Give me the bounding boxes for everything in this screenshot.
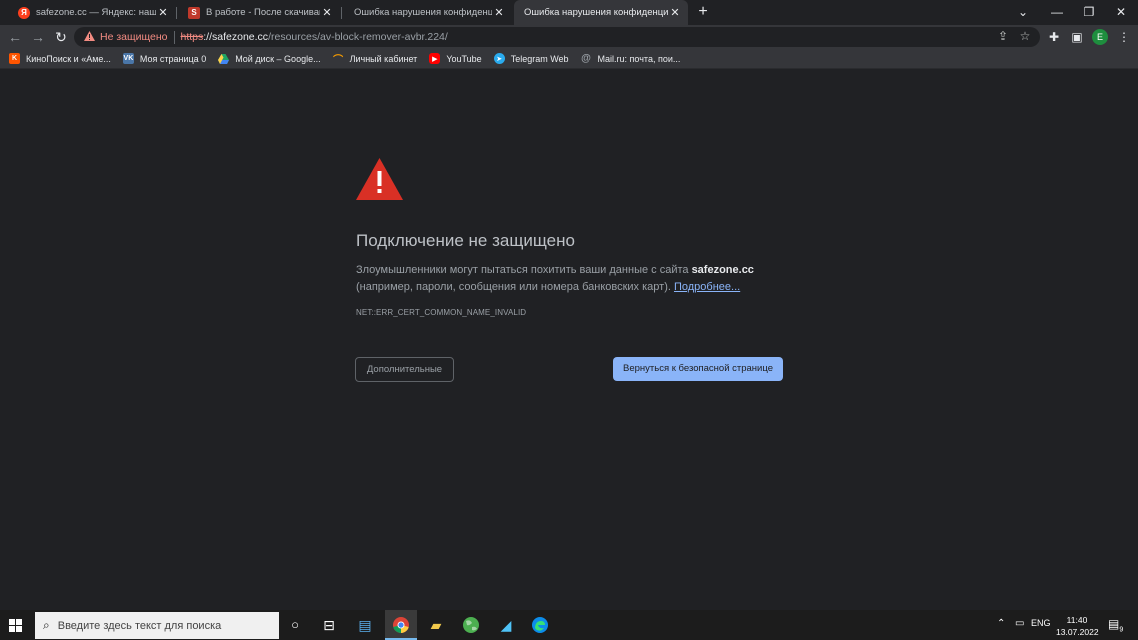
globe-app-icon[interactable] bbox=[461, 615, 481, 635]
notifications-icon[interactable]: ▤9 bbox=[1108, 617, 1123, 633]
warning-icon bbox=[84, 30, 95, 44]
close-icon[interactable]: ✕ bbox=[668, 6, 682, 19]
language-indicator[interactable]: ENG bbox=[1031, 618, 1051, 628]
chrome-taskbar-icon[interactable] bbox=[385, 615, 417, 640]
notification-count: 9 bbox=[1119, 626, 1124, 634]
close-window-button[interactable]: ✕ bbox=[1104, 0, 1138, 25]
bookmark-cabinet[interactable]: ⌒ Личный кабинет bbox=[333, 53, 418, 67]
taskbar-search[interactable]: ⌕ bbox=[35, 612, 279, 639]
privacy-error-page: Подключение не защищено Злоумышленники м… bbox=[0, 70, 1138, 610]
tab-search-button[interactable]: ⌄ bbox=[1006, 0, 1040, 25]
store-app-icon[interactable]: ◢ bbox=[496, 615, 516, 635]
bookmark-label: Личный кабинет bbox=[349, 53, 418, 64]
tab-title: safezone.cc — Яндекс: нашёлся bbox=[36, 7, 156, 18]
minimize-button[interactable]: — bbox=[1040, 0, 1074, 25]
file-explorer-icon[interactable]: ▰ bbox=[426, 615, 446, 635]
yandex-icon: Я bbox=[18, 6, 30, 19]
url-scheme: https bbox=[180, 31, 204, 43]
menu-kebab-icon[interactable]: ⋮ bbox=[1116, 29, 1132, 45]
advanced-button[interactable]: Дополнительные bbox=[355, 357, 454, 382]
edge-taskbar-icon[interactable] bbox=[530, 615, 550, 635]
tab-title: Ошибка нарушения конфиденциал bbox=[524, 7, 668, 18]
warning-triangle-icon bbox=[356, 158, 403, 205]
security-chip[interactable]: Не защищено bbox=[84, 30, 175, 44]
cabinet-icon: ⌒ bbox=[333, 55, 344, 66]
extensions-puzzle-icon[interactable]: ✚ bbox=[1046, 29, 1062, 45]
side-panel-icon[interactable]: ▣ bbox=[1069, 29, 1085, 45]
close-icon[interactable]: ✕ bbox=[492, 6, 506, 19]
tab-divider bbox=[341, 7, 342, 19]
share-icon[interactable]: ⇪ bbox=[995, 28, 1011, 44]
bookmark-label: КиноПоиск и «Аме... bbox=[26, 53, 111, 64]
learn-more-link[interactable]: Подробнее... bbox=[674, 281, 740, 293]
clock-date: 13.07.2022 bbox=[1056, 627, 1099, 637]
bookmark-label: Mail.ru: почта, пои... bbox=[597, 53, 681, 64]
explanation-part: (например, пароли, сообщения или номера … bbox=[356, 281, 674, 293]
youtube-icon: ▶ bbox=[429, 53, 441, 64]
safezone-icon: S bbox=[188, 6, 200, 19]
task-view-icon[interactable]: ⊟ bbox=[319, 615, 339, 635]
url-path: /resources/av-block-remover-avbr.224/ bbox=[268, 31, 448, 43]
url-host: ://safezone.cc bbox=[203, 31, 269, 43]
address-bar[interactable]: Не защищено https://safezone.cc/resource… bbox=[74, 27, 1040, 47]
tab-privacy-error-active[interactable]: Ошибка нарушения конфиденциал ✕ bbox=[514, 0, 688, 25]
tab-yandex[interactable]: Я safezone.cc — Яндекс: нашёлся ✕ bbox=[8, 0, 176, 25]
tab-title: В работе - После скачивания и bbox=[206, 7, 320, 18]
page-title: Подключение не защищено bbox=[356, 231, 575, 250]
tab-divider bbox=[176, 7, 177, 19]
bookmark-vk[interactable]: VK Моя страница 0 bbox=[122, 53, 207, 64]
bookmark-label: Мой диск – Google... bbox=[235, 53, 321, 64]
bookmark-label: Моя страница 0 bbox=[139, 53, 207, 64]
taskbar-search-input[interactable] bbox=[57, 619, 258, 632]
system-clock[interactable]: 11:40 13.07.2022 bbox=[1056, 614, 1099, 638]
close-icon[interactable]: ✕ bbox=[156, 6, 170, 19]
bookmark-label: Telegram Web bbox=[510, 53, 569, 64]
mail-app-icon[interactable]: ▤ bbox=[355, 615, 375, 635]
bookmark-telegram[interactable]: ➤ Telegram Web bbox=[493, 53, 569, 64]
bookmark-label: YouTube bbox=[446, 53, 482, 64]
bookmark-google-drive[interactable]: Мой диск – Google... bbox=[218, 53, 321, 64]
network-icon[interactable]: ▭ bbox=[1015, 618, 1024, 629]
bookmark-star-icon[interactable]: ☆ bbox=[1017, 28, 1033, 44]
close-icon[interactable]: ✕ bbox=[320, 6, 334, 19]
explanation-text: Злоумышленники могут пытаться похитить в… bbox=[356, 262, 776, 296]
bookmark-youtube[interactable]: ▶ YouTube bbox=[429, 53, 482, 64]
back-to-safety-button[interactable]: Вернуться к безопасной странице bbox=[613, 357, 783, 381]
tab-privacy-error[interactable]: Ошибка нарушения конфиденциал ✕ bbox=[344, 0, 512, 25]
kinopoisk-icon: K bbox=[9, 53, 20, 64]
vk-icon: VK bbox=[122, 53, 134, 64]
telegram-icon: ➤ bbox=[493, 53, 505, 64]
tab-strip: Я safezone.cc — Яндекс: нашёлся ✕ S В ра… bbox=[0, 0, 1138, 25]
search-icon: ⌕ bbox=[43, 618, 50, 632]
reload-button[interactable]: ↻ bbox=[52, 28, 70, 46]
bookmark-mailru[interactable]: @ Mail.ru: почта, пои... bbox=[581, 53, 681, 64]
new-tab-button[interactable]: + bbox=[694, 3, 712, 21]
toolbar: ← → ↻ Не защищено https://safezone.cc/re… bbox=[0, 25, 1138, 49]
windows-taskbar: ⌕ ○ ⊟ ▤ ▰ ◢ ⌃ ▭ ENG 11:40 13.07.2022 ▤9 bbox=[0, 610, 1138, 640]
error-code: NET::ERR_CERT_COMMON_NAME_INVALID bbox=[356, 308, 527, 317]
tab-safezone-work[interactable]: S В работе - После скачивания и ✕ bbox=[178, 0, 340, 25]
tab-title: Ошибка нарушения конфиденциал bbox=[354, 7, 492, 18]
forward-button[interactable]: → bbox=[29, 28, 47, 46]
google-drive-icon bbox=[218, 53, 230, 64]
site-host: safezone.cc bbox=[691, 264, 754, 276]
profile-avatar[interactable]: E bbox=[1092, 29, 1108, 45]
bookmarks-bar: K КиноПоиск и «Аме... VK Моя страница 0 … bbox=[0, 49, 1138, 69]
back-button[interactable]: ← bbox=[6, 28, 24, 46]
restore-button[interactable]: ❐ bbox=[1072, 0, 1106, 25]
windows-start-icon[interactable] bbox=[9, 619, 22, 632]
bookmark-kinopoisk[interactable]: K КиноПоиск и «Аме... bbox=[9, 53, 111, 64]
clock-time: 11:40 bbox=[1066, 615, 1088, 625]
mailru-icon: @ bbox=[581, 53, 591, 64]
security-label: Не защищено bbox=[100, 31, 168, 43]
explanation-part: Злоумышленники могут пытаться похитить в… bbox=[356, 264, 692, 276]
cortana-icon[interactable]: ○ bbox=[285, 615, 305, 635]
tray-expand-icon[interactable]: ⌃ bbox=[997, 618, 1005, 629]
